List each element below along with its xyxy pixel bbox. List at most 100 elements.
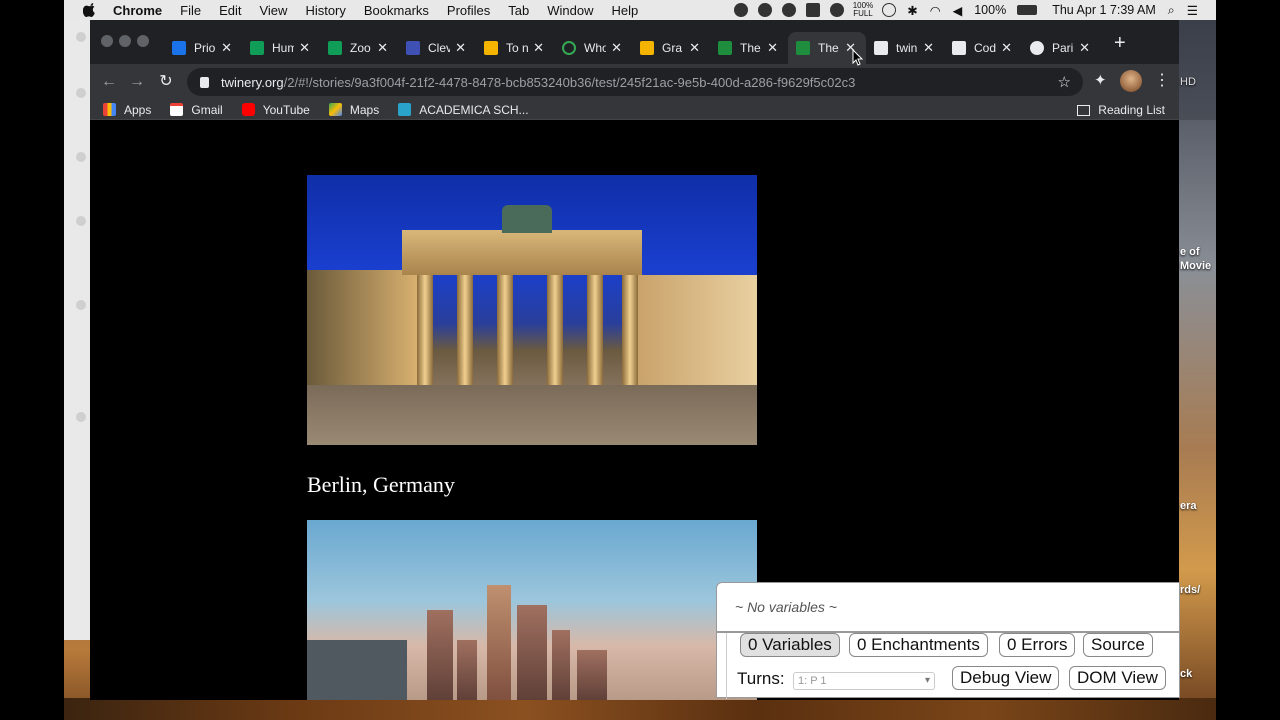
tab-close-icon[interactable]: ✕ <box>377 40 388 56</box>
no-variables-text: ~ No variables ~ <box>735 599 837 615</box>
tab-twin[interactable]: twin ✕ <box>866 32 944 64</box>
turns-label: Turns: <box>737 669 785 688</box>
tab-close-icon[interactable]: ✕ <box>221 40 232 56</box>
zoom-window-button[interactable] <box>137 35 149 47</box>
timer-icon[interactable] <box>829 3 844 17</box>
bookmark-academica[interactable]: ACADEMICA SCH... <box>398 103 529 117</box>
desktop-label: e of <box>1180 246 1200 258</box>
menu-file[interactable]: File <box>180 3 201 18</box>
errors-tab[interactable]: 0 Errors <box>999 633 1076 657</box>
bookmarks-bar: Apps Gmail YouTube Maps ACADEMICA SCH...… <box>90 100 1179 120</box>
menu-tab[interactable]: Tab <box>508 3 529 18</box>
tab-to-n[interactable]: To n ✕ <box>476 32 554 64</box>
menu-bookmarks[interactable]: Bookmarks <box>364 3 429 18</box>
tab-close-icon[interactable]: ✕ <box>1079 40 1090 56</box>
debug-view-button[interactable]: Debug View <box>952 666 1060 690</box>
tab-clev[interactable]: Clev ✕ <box>398 32 476 64</box>
address-bar[interactable]: twinery.org/2/#!/stories/9a3f004f-21f2-4… <box>187 68 1083 96</box>
tab-gra[interactable]: Gra ✕ <box>632 32 710 64</box>
toolbar: ← → ↻ twinery.org/2/#!/stories/9a3f004f-… <box>90 64 1179 100</box>
tab-pari[interactable]: Pari ✕ <box>1022 32 1100 64</box>
bitdefender-icon[interactable] <box>805 3 820 17</box>
tab-close-icon[interactable]: ✕ <box>299 40 310 56</box>
record-icon[interactable] <box>733 3 748 17</box>
variables-tab[interactable]: 0 Variables <box>740 633 840 657</box>
bluetooth-icon[interactable]: ✱ <box>907 3 917 18</box>
menu-app-chrome[interactable]: Chrome <box>113 3 162 18</box>
bookmark-apps[interactable]: Apps <box>103 103 151 117</box>
new-tab-button[interactable]: + <box>1114 32 1126 55</box>
battery-percent[interactable]: 100% <box>974 3 1006 17</box>
source-tab[interactable]: Source <box>1083 633 1153 657</box>
reload-button[interactable]: ↻ <box>154 70 178 94</box>
extensions-icon[interactable]: ✦ <box>1094 73 1110 89</box>
menu-view[interactable]: View <box>259 3 287 18</box>
gmail-icon <box>170 103 184 116</box>
debug-panel: 0 Variables 0 Enchantments 0 Errors Sour… <box>716 632 1180 699</box>
menu-help[interactable]: Help <box>612 3 639 18</box>
menu-profiles[interactable]: Profiles <box>447 3 490 18</box>
debug-variables-pane: ~ No variables ~ <box>716 582 1180 632</box>
menu-kebab-icon[interactable]: ⋮ <box>1154 70 1170 90</box>
volume-icon[interactable]: ◀ <box>953 3 963 18</box>
url-path: /2/#!/stories/9a3f004f-21f2-4478-8478-bc… <box>283 74 856 90</box>
tab-strip: Prio ✕ Hum ✕ Zoo ✕ Clev ✕ To n ✕ Who ✕ Gra ✕ Th… <box>90 20 1179 64</box>
menu-window[interactable]: Window <box>547 3 593 18</box>
tab-who[interactable]: Who ✕ <box>554 32 632 64</box>
mouse-cursor <box>852 49 864 66</box>
desktop-label: ck <box>1180 668 1193 680</box>
tab-close-icon[interactable]: ✕ <box>455 40 466 56</box>
apple-icon[interactable] <box>83 3 97 17</box>
tab-close-icon[interactable]: ✕ <box>923 40 934 56</box>
lock-icon[interactable] <box>200 76 209 88</box>
tab-hum[interactable]: Hum ✕ <box>242 32 320 64</box>
turns-select[interactable]: 1: P 1 ▾ <box>793 672 935 690</box>
dom-view-button[interactable]: DOM View <box>1069 666 1166 690</box>
minimize-window-button[interactable] <box>119 35 131 47</box>
desktop-bottom <box>64 698 1216 720</box>
status-icon[interactable] <box>757 3 772 17</box>
tab-close-icon[interactable]: ✕ <box>767 40 778 56</box>
url-host: twinery.org <box>221 74 284 90</box>
sheets-icon <box>250 41 264 55</box>
bookmark-youtube[interactable]: YouTube <box>241 103 310 117</box>
spotlight-icon[interactable]: ⌕ <box>1168 3 1175 18</box>
notification-center-icon[interactable]: ☰ <box>1187 3 1198 18</box>
tab-cod[interactable]: Cod ✕ <box>944 32 1022 64</box>
tab-close-icon[interactable]: ✕ <box>1001 40 1012 56</box>
tab-zoo[interactable]: Zoo ✕ <box>320 32 398 64</box>
desktop-label: rds/ <box>1180 584 1201 596</box>
clever-icon <box>406 41 420 55</box>
bookmark-maps[interactable]: Maps <box>328 103 379 117</box>
wifi-icon[interactable]: ◠ <box>930 3 941 18</box>
bookmark-star-icon[interactable]: ☆ <box>1058 73 1071 91</box>
menu-edit[interactable]: Edit <box>219 3 241 18</box>
profile-avatar[interactable] <box>1120 70 1142 92</box>
forward-button[interactable]: → <box>125 70 149 94</box>
globe-icon[interactable] <box>781 3 796 17</box>
tab-the[interactable]: The ✕ <box>710 32 788 64</box>
tab-close-icon[interactable]: ✕ <box>533 40 544 56</box>
tab-close-icon[interactable]: ✕ <box>689 40 700 56</box>
berlin-photo <box>307 175 757 445</box>
chevron-down-icon: ▾ <box>924 675 930 686</box>
tab-prio[interactable]: Prio ✕ <box>164 32 242 64</box>
close-window-button[interactable] <box>101 35 113 47</box>
menu-clock[interactable]: Thu Apr 1 7:39 AM <box>1052 3 1156 17</box>
back-button[interactable]: ← <box>97 70 121 94</box>
tab-close-icon[interactable]: ✕ <box>611 40 622 56</box>
enchantments-tab[interactable]: 0 Enchantments <box>849 633 988 657</box>
debug-resize-handle[interactable] <box>717 633 727 699</box>
desktop-wallpaper-right <box>1179 120 1216 720</box>
drive-icon <box>172 41 186 55</box>
youtube-icon <box>241 103 255 116</box>
bookmark-gmail[interactable]: Gmail <box>170 103 223 117</box>
academica-icon <box>398 103 412 116</box>
slides-icon <box>640 41 654 55</box>
time-machine-icon[interactable] <box>882 3 897 17</box>
battery-icon[interactable] <box>1017 5 1038 15</box>
code-icon <box>952 41 966 55</box>
reading-list-button[interactable]: Reading List <box>1077 103 1165 117</box>
menu-history[interactable]: History <box>305 3 345 18</box>
letterbox-left <box>0 0 64 720</box>
